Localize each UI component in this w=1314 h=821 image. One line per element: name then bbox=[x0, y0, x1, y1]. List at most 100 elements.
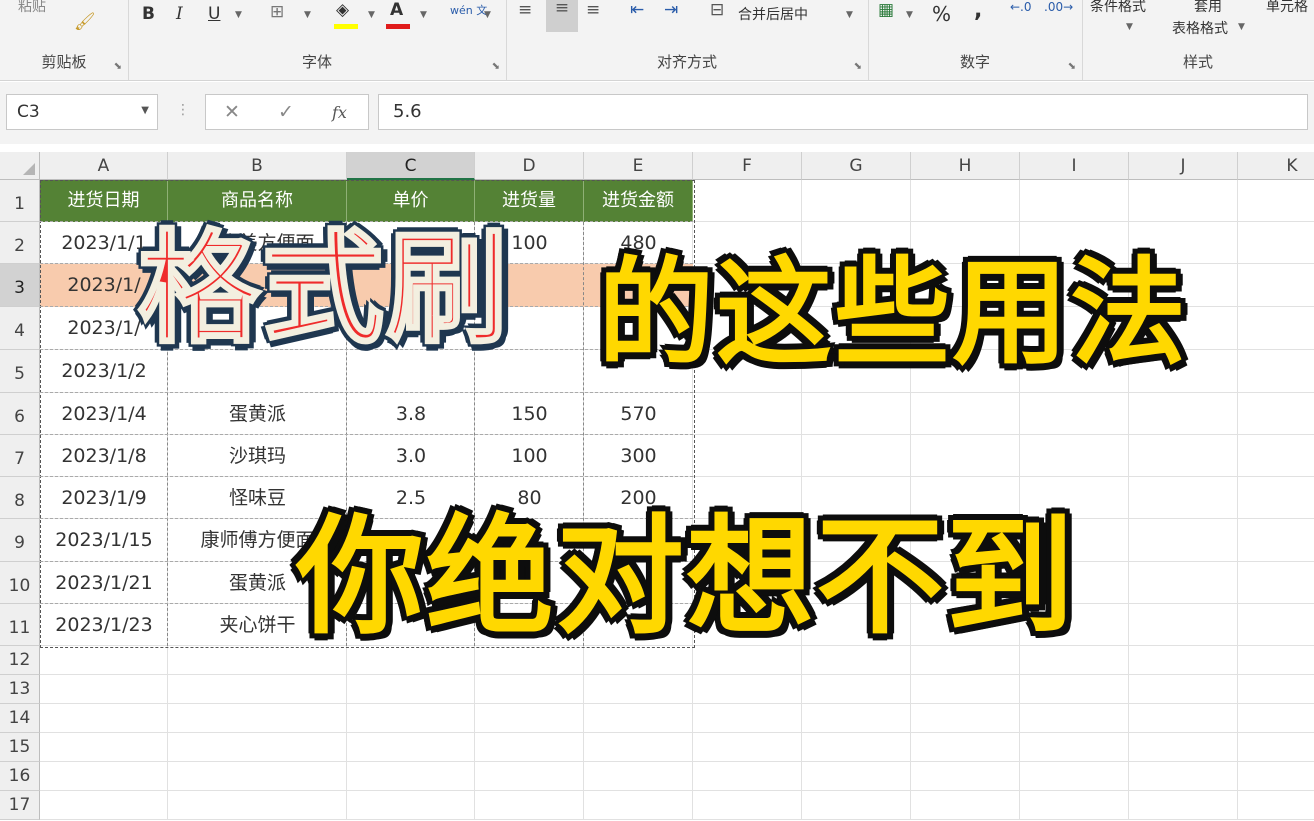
table-cell[interactable]: 2023/1/8 bbox=[40, 435, 168, 477]
row-header-9[interactable]: 9 bbox=[0, 519, 40, 562]
select-all-corner[interactable] bbox=[0, 152, 40, 180]
alignment-launcher-icon[interactable]: ⬊ bbox=[854, 61, 862, 72]
gridline-horizontal bbox=[40, 703, 1314, 704]
column-header-D[interactable]: D bbox=[475, 152, 584, 180]
table-header-cell[interactable]: 商品名称 bbox=[168, 180, 347, 222]
column-header-K[interactable]: K bbox=[1238, 152, 1314, 180]
format-painter-icon[interactable]: 🖌 bbox=[74, 12, 96, 32]
column-header-C[interactable]: C bbox=[347, 152, 475, 180]
caption-line-3: 你绝对想不到 bbox=[296, 503, 1077, 652]
paste-button[interactable]: 粘贴 bbox=[18, 0, 46, 16]
table-cell[interactable]: 100 bbox=[475, 435, 584, 477]
currency-icon[interactable]: ▦ bbox=[878, 0, 894, 20]
merge-icon[interactable]: ⊟ bbox=[710, 0, 724, 20]
border-icon[interactable]: ⊞ bbox=[270, 2, 284, 22]
conditional-format-button[interactable]: 条件格式 bbox=[1090, 0, 1146, 16]
insert-function-icon[interactable]: fx bbox=[332, 103, 347, 122]
formula-input[interactable]: 5.6 bbox=[378, 94, 1308, 130]
row-header-4[interactable]: 4 bbox=[0, 307, 40, 350]
decrease-indent-icon[interactable]: ⇤ bbox=[630, 0, 644, 20]
comma-button[interactable]: , bbox=[974, 0, 982, 23]
align-center-icon[interactable]: ≡ bbox=[546, 0, 578, 32]
table-cell[interactable]: 150 bbox=[475, 393, 584, 435]
table-cell[interactable]: 570 bbox=[584, 393, 693, 435]
cell-styles-button[interactable]: 单元格 bbox=[1266, 0, 1308, 16]
increase-indent-icon[interactable]: ⇥ bbox=[664, 0, 678, 20]
align-right-icon[interactable]: ≡ bbox=[586, 0, 600, 20]
table-cell[interactable]: 3.8 bbox=[347, 393, 475, 435]
table-cell[interactable]: 300 bbox=[584, 435, 693, 477]
name-box[interactable]: C3 ▼ bbox=[6, 94, 158, 130]
row-header-1[interactable]: 1 bbox=[0, 180, 40, 222]
decrease-decimal-icon[interactable]: .00→ bbox=[1044, 0, 1073, 14]
underline-dropdown-icon[interactable]: ▼ bbox=[235, 10, 242, 20]
font-group-label: 字体 bbox=[301, 53, 332, 71]
enter-icon[interactable]: ✓ bbox=[278, 101, 294, 123]
select-all-icon bbox=[23, 163, 35, 175]
row-header-10[interactable]: 10 bbox=[0, 562, 40, 604]
name-box-dropdown-icon[interactable]: ▼ bbox=[141, 105, 149, 116]
column-header-H[interactable]: H bbox=[911, 152, 1020, 180]
row-header-11[interactable]: 11 bbox=[0, 604, 40, 646]
table-header-cell[interactable]: 单价 bbox=[347, 180, 475, 222]
table-cell[interactable]: 2023/1/23 bbox=[40, 604, 168, 646]
table-header-cell[interactable]: 进货日期 bbox=[40, 180, 168, 222]
column-header-G[interactable]: G bbox=[802, 152, 911, 180]
table-cell[interactable]: 蛋黄派 bbox=[168, 393, 347, 435]
table-cell[interactable]: 2023/1/4 bbox=[40, 393, 168, 435]
underline-button[interactable]: U bbox=[208, 4, 220, 24]
percent-button[interactable]: % bbox=[932, 2, 951, 26]
row-header-13[interactable]: 13 bbox=[0, 675, 40, 704]
clipboard-group: 粘贴 🖌 剪贴板 ⬊ bbox=[0, 0, 129, 80]
merge-dropdown-icon[interactable]: ▼ bbox=[846, 10, 853, 20]
font-color-icon[interactable]: A bbox=[390, 0, 403, 20]
row-header-17[interactable]: 17 bbox=[0, 791, 40, 820]
table-cell[interactable]: 2023/1/15 bbox=[40, 519, 168, 562]
conditional-format-dropdown-icon[interactable]: ▼ bbox=[1126, 22, 1133, 32]
row-header-15[interactable]: 15 bbox=[0, 733, 40, 762]
align-left-icon[interactable]: ≡ bbox=[518, 0, 532, 20]
row-header-5[interactable]: 5 bbox=[0, 350, 40, 393]
cancel-icon[interactable]: ✕ bbox=[224, 101, 240, 123]
formula-bar-splitter-icon[interactable]: ⋮ bbox=[176, 102, 190, 118]
font-launcher-icon[interactable]: ⬊ bbox=[492, 61, 500, 72]
fill-color-icon[interactable]: ◈ bbox=[336, 0, 349, 20]
table-cell[interactable]: 沙琪玛 bbox=[168, 435, 347, 477]
row-header-14[interactable]: 14 bbox=[0, 704, 40, 733]
row-header-7[interactable]: 7 bbox=[0, 435, 40, 477]
phonetic-dropdown-icon[interactable]: ▼ bbox=[484, 10, 491, 20]
row-header-8[interactable]: 8 bbox=[0, 477, 40, 519]
row-header-12[interactable]: 12 bbox=[0, 646, 40, 675]
row-header-16[interactable]: 16 bbox=[0, 762, 40, 791]
table-cell[interactable]: 2023/1/21 bbox=[40, 562, 168, 604]
row-header-3[interactable]: 3 bbox=[0, 264, 40, 307]
number-launcher-icon[interactable]: ⬊ bbox=[1068, 61, 1076, 72]
column-header-E[interactable]: E bbox=[584, 152, 693, 180]
table-format-dropdown-icon[interactable]: ▼ bbox=[1238, 22, 1245, 32]
column-header-F[interactable]: F bbox=[693, 152, 802, 180]
column-header-A[interactable]: A bbox=[40, 152, 168, 180]
row-header-6[interactable]: 6 bbox=[0, 393, 40, 435]
clipboard-launcher-icon[interactable]: ⬊ bbox=[114, 61, 122, 72]
font-group: B I U ▼ ⊞ ▼ ◈ ▼ A ▼ wén 文 ▼ 字体 ⬊ bbox=[128, 0, 507, 80]
table-format-button[interactable]: 套用 bbox=[1194, 0, 1222, 16]
font-color-dropdown-icon[interactable]: ▼ bbox=[420, 10, 427, 20]
table-cell[interactable]: 2023/1/9 bbox=[40, 477, 168, 519]
column-header-J[interactable]: J bbox=[1129, 152, 1238, 180]
column-header-I[interactable]: I bbox=[1020, 152, 1129, 180]
merge-center-button[interactable]: 合并后居中 bbox=[738, 4, 808, 24]
table-header-cell[interactable]: 进货金额 bbox=[584, 180, 693, 222]
increase-decimal-icon[interactable]: ←.0 bbox=[1010, 0, 1032, 14]
italic-button[interactable]: I bbox=[176, 4, 183, 24]
table-cell[interactable]: 3.0 bbox=[347, 435, 475, 477]
border-dropdown-icon[interactable]: ▼ bbox=[304, 10, 311, 20]
column-header-B[interactable]: B bbox=[168, 152, 347, 180]
bold-button[interactable]: B bbox=[142, 4, 155, 24]
table-header-cell[interactable]: 进货量 bbox=[475, 180, 584, 222]
currency-dropdown-icon[interactable]: ▼ bbox=[906, 10, 913, 20]
phonetic-button[interactable]: wén 文 bbox=[450, 2, 487, 18]
row-header-2[interactable]: 2 bbox=[0, 222, 40, 264]
fill-dropdown-icon[interactable]: ▼ bbox=[368, 10, 375, 20]
styles-group: 条件格式 ▼ 套用 表格格式 ▼ 单元格 样式 bbox=[1082, 0, 1314, 80]
fill-color-swatch bbox=[334, 24, 358, 29]
